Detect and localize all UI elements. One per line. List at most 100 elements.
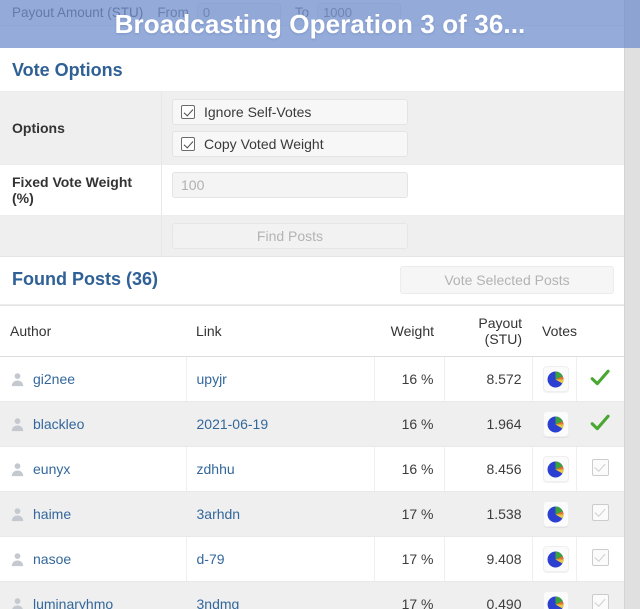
pie-chart-button[interactable]	[542, 456, 569, 482]
user-avatar-icon	[11, 507, 24, 521]
table-row[interactable]: nasoe d-79 17 % 9.408	[0, 536, 624, 582]
cell-author: gi2nee	[0, 356, 187, 402]
cell-weight: 17 %	[374, 491, 445, 537]
vote-success-check-icon	[590, 414, 610, 430]
cell-weight: 17 %	[374, 581, 445, 609]
author-link[interactable]: luminaryhmo	[33, 596, 113, 609]
table-row[interactable]: luminaryhmo 3ndmg 17 % 0.490	[0, 581, 624, 609]
cell-payout: 0.490	[444, 581, 533, 609]
cell-link: upyjr	[186, 356, 375, 402]
author-link[interactable]: nasoe	[33, 551, 71, 567]
cell-chart	[532, 401, 577, 447]
column-header-votes[interactable]: Votes	[532, 306, 577, 357]
column-header-weight[interactable]: Weight	[374, 306, 444, 357]
post-link[interactable]: 3ndmg	[197, 596, 240, 609]
found-posts-panel: Found Posts (36) Vote Selected Posts	[0, 257, 624, 306]
cell-link: 3arhdn	[186, 491, 375, 537]
vote-select-checkbox[interactable]	[591, 459, 609, 476]
pie-chart-button[interactable]	[542, 366, 569, 392]
cell-chart	[532, 491, 577, 537]
column-header-author[interactable]: Author	[0, 306, 186, 357]
pie-chart-button[interactable]	[542, 591, 569, 609]
cell-author: eunyx	[0, 446, 187, 492]
cell-payout: 8.456	[444, 446, 533, 492]
table-row[interactable]: gi2nee upyjr 16 % 8.572	[0, 356, 624, 402]
cell-chart	[532, 356, 577, 402]
fixed-vote-weight-row: Fixed Vote Weight (%)	[0, 165, 624, 216]
pie-chart-icon	[547, 371, 564, 387]
pie-chart-icon	[547, 506, 564, 522]
cell-weight: 17 %	[374, 536, 445, 582]
pie-chart-button[interactable]	[542, 501, 569, 527]
vote-options-form: Options Ignore Self-Votes Copy Voted Wei…	[0, 92, 624, 256]
column-header-payout[interactable]: Payout (STU)	[444, 306, 532, 357]
cell-author: nasoe	[0, 536, 187, 582]
vote-selected-posts-button[interactable]: Vote Selected Posts	[400, 266, 614, 294]
author-link[interactable]: eunyx	[33, 461, 70, 477]
vote-select-checkbox[interactable]	[591, 594, 609, 609]
table-row[interactable]: eunyx zdhhu 16 % 8.456	[0, 446, 624, 492]
cell-vote-state	[576, 536, 624, 582]
post-link[interactable]: d-79	[197, 551, 225, 567]
found-posts-heading: Found Posts (36) Vote Selected Posts	[0, 257, 624, 305]
ignore-self-votes-checkbox[interactable]: Ignore Self-Votes	[172, 99, 408, 125]
copy-voted-weight-checkbox[interactable]: Copy Voted Weight	[172, 131, 408, 157]
author-link[interactable]: haime	[33, 506, 71, 522]
cell-chart	[532, 536, 577, 582]
copy-voted-weight-label: Copy Voted Weight	[204, 136, 324, 152]
cell-link: 2021-06-19	[186, 401, 375, 447]
cell-author: luminaryhmo	[0, 581, 187, 609]
column-header-link[interactable]: Link	[186, 306, 374, 357]
cell-payout: 1.538	[444, 491, 533, 537]
cell-author: blackleo	[0, 401, 187, 447]
cell-link: 3ndmg	[186, 581, 375, 609]
vote-select-checkbox[interactable]	[591, 504, 609, 521]
cell-vote-state	[576, 356, 624, 402]
pie-chart-button[interactable]	[542, 546, 569, 572]
find-posts-spacer	[0, 216, 162, 256]
cell-chart	[532, 581, 577, 609]
vote-select-checkbox[interactable]	[591, 549, 609, 566]
app-root: Payout Amount (STU) From To Broadcasting…	[0, 0, 640, 609]
vote-success-check-icon	[590, 369, 610, 385]
cell-weight: 16 %	[374, 356, 445, 402]
cell-vote-state	[576, 446, 624, 492]
cell-chart	[532, 446, 577, 492]
options-label: Options	[0, 92, 162, 164]
fixed-vote-weight-input[interactable]	[172, 172, 408, 198]
cell-vote-state	[576, 401, 624, 447]
cell-link: d-79	[186, 536, 375, 582]
cell-payout: 9.408	[444, 536, 533, 582]
vote-options-title: Vote Options	[12, 60, 123, 80]
checkbox-icon	[181, 105, 195, 119]
checkbox-icon	[181, 137, 195, 151]
find-posts-field: Find Posts	[162, 216, 624, 256]
found-posts-table: Author Link Weight Payout (STU) Votes gi…	[0, 306, 624, 609]
broadcasting-overlay: Broadcasting Operation 3 of 36...	[0, 0, 640, 48]
author-link[interactable]: gi2nee	[33, 371, 75, 387]
post-link[interactable]: upyjr	[197, 371, 227, 387]
table-row[interactable]: haime 3arhdn 17 % 1.538	[0, 491, 624, 537]
user-avatar-icon	[12, 597, 23, 609]
vote-options-heading: Vote Options	[0, 48, 624, 92]
found-posts-title: Found Posts (36)	[12, 269, 159, 289]
vote-options-panel: Vote Options Options Ignore Self-Votes C…	[0, 48, 624, 257]
post-link[interactable]: 2021-06-19	[197, 416, 269, 432]
user-avatar-icon	[11, 417, 24, 431]
pie-chart-icon	[547, 596, 564, 609]
cell-link: zdhhu	[186, 446, 375, 492]
pie-chart-button[interactable]	[542, 411, 569, 437]
pie-chart-icon	[547, 461, 564, 477]
table-head: Author Link Weight Payout (STU) Votes	[0, 306, 624, 357]
find-posts-row: Find Posts	[0, 216, 624, 256]
table-row[interactable]: blackleo 2021-06-19 16 % 1.964	[0, 401, 624, 447]
post-link[interactable]: 3arhdn	[197, 506, 241, 522]
broadcasting-status-text: Broadcasting Operation 3 of 36...	[114, 8, 526, 39]
find-posts-button[interactable]: Find Posts	[172, 223, 408, 249]
user-avatar-icon	[11, 462, 24, 476]
fixed-vote-weight-label: Fixed Vote Weight (%)	[0, 165, 162, 215]
cell-payout: 8.572	[444, 356, 533, 402]
options-row: Options Ignore Self-Votes Copy Voted Wei…	[0, 92, 624, 165]
author-link[interactable]: blackleo	[33, 416, 84, 432]
post-link[interactable]: zdhhu	[197, 461, 235, 477]
